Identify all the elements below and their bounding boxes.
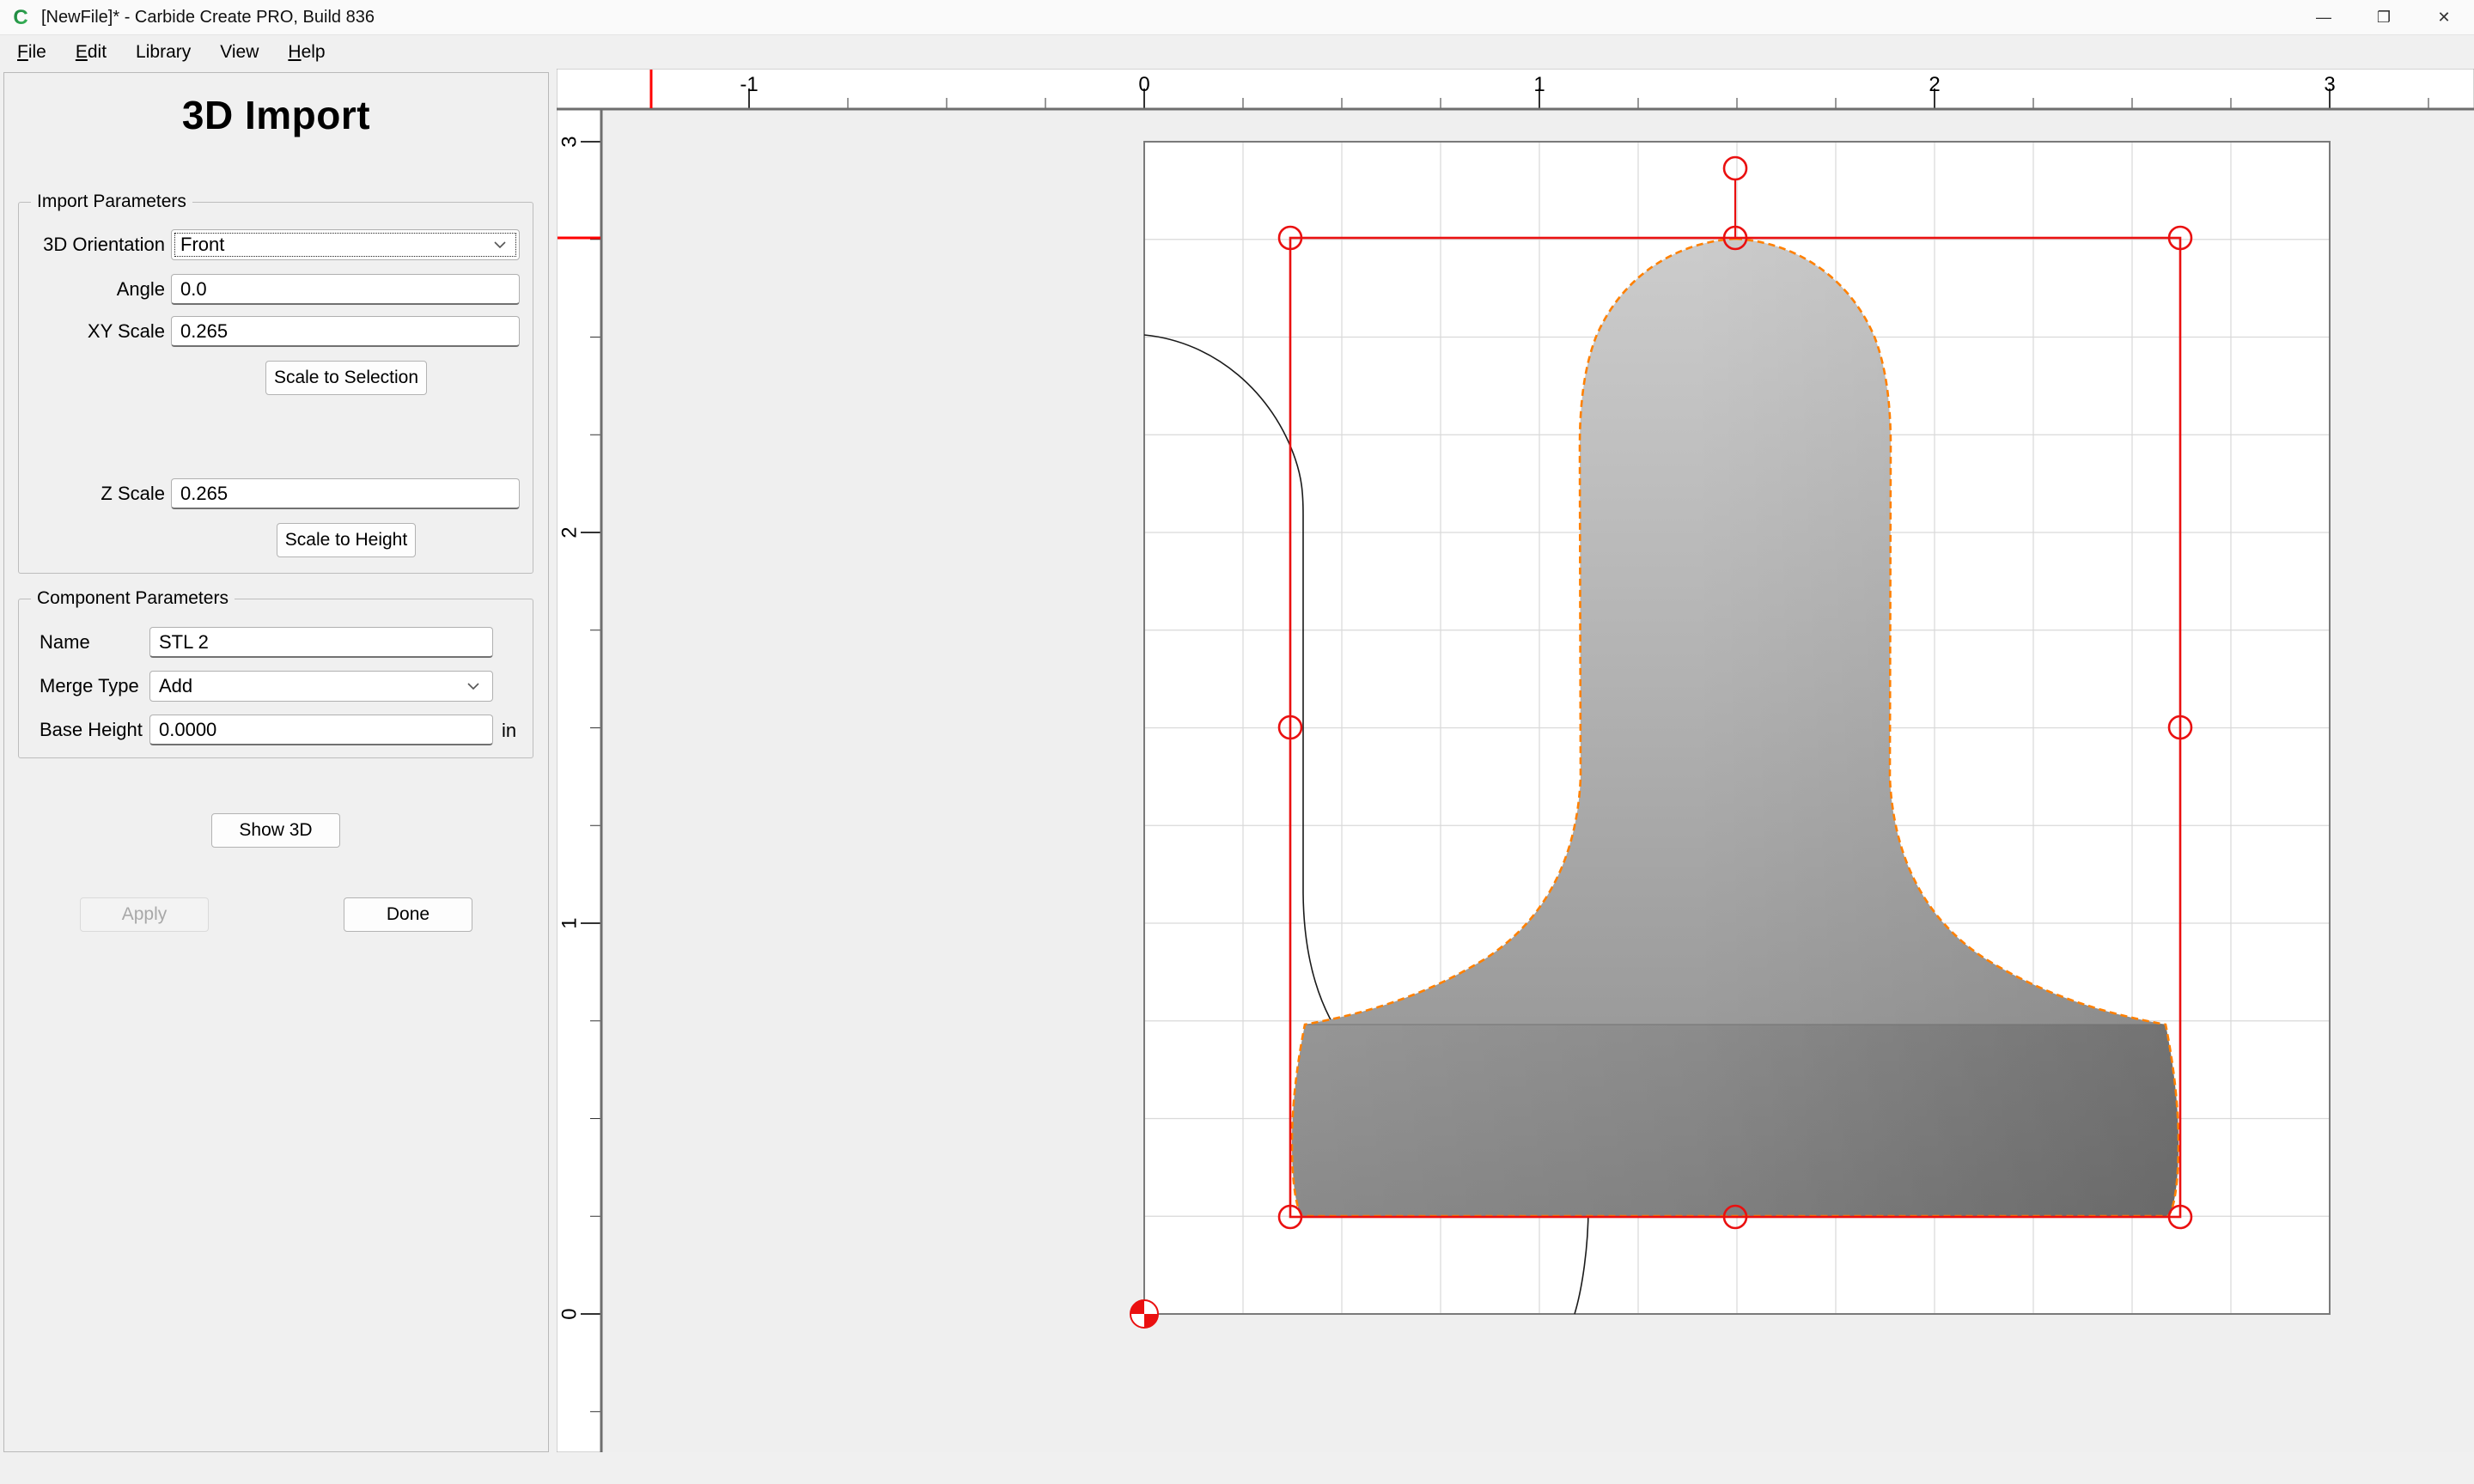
svg-text:3: 3 bbox=[2324, 73, 2335, 96]
merge-type-label: Merge Type bbox=[40, 671, 151, 702]
svg-text:2: 2 bbox=[558, 526, 581, 538]
svg-text:0: 0 bbox=[558, 1308, 581, 1319]
z-scale-input[interactable] bbox=[171, 478, 520, 509]
chevron-down-icon bbox=[493, 240, 507, 249]
base-height-unit: in bbox=[502, 720, 516, 742]
angle-label: Angle bbox=[36, 274, 165, 305]
minimize-button[interactable]: — bbox=[2294, 0, 2354, 34]
menubar: FileEditLibraryViewHelp bbox=[0, 35, 2474, 70]
menu-item-view[interactable]: View bbox=[208, 37, 271, 68]
scale-to-height-button[interactable]: Scale to Height bbox=[277, 523, 416, 557]
z-scale-label: Z Scale bbox=[36, 478, 165, 509]
menu-item-edit[interactable]: Edit bbox=[64, 37, 119, 68]
component-parameters-group: Component Parameters Name Merge Type Add… bbox=[18, 599, 533, 758]
apply-button[interactable]: Apply bbox=[80, 897, 209, 932]
orientation-value: Front bbox=[180, 234, 493, 256]
merge-type-value: Add bbox=[159, 675, 466, 697]
maximize-button[interactable]: ❐ bbox=[2354, 0, 2414, 34]
menu-item-file[interactable]: File bbox=[5, 37, 58, 68]
close-button[interactable]: ✕ bbox=[2414, 0, 2474, 34]
import-parameters-group: Import Parameters 3D Orientation Front A… bbox=[18, 202, 533, 574]
app-logo-icon: C bbox=[10, 7, 31, 27]
merge-type-select[interactable]: Add bbox=[149, 671, 493, 702]
orientation-label: 3D Orientation bbox=[36, 229, 165, 260]
window-title: [NewFile]* - Carbide Create PRO, Build 8… bbox=[41, 8, 375, 27]
svg-text:3: 3 bbox=[558, 136, 581, 147]
xy-scale-label: XY Scale bbox=[36, 316, 165, 347]
titlebar: C [NewFile]* - Carbide Create PRO, Build… bbox=[0, 0, 2474, 35]
done-button[interactable]: Done bbox=[344, 897, 472, 932]
base-height-input[interactable] bbox=[149, 715, 493, 745]
svg-text:1: 1 bbox=[558, 917, 581, 928]
svg-text:1: 1 bbox=[1533, 73, 1545, 96]
component-parameters-legend: Component Parameters bbox=[31, 588, 235, 609]
svg-text:2: 2 bbox=[1929, 73, 1940, 96]
scale-to-selection-button[interactable]: Scale to Selection bbox=[265, 361, 427, 395]
origin-marker bbox=[1130, 1300, 1158, 1328]
svg-text:-1: -1 bbox=[740, 73, 758, 96]
3d-import-panel: 3D Import Import Parameters 3D Orientati… bbox=[3, 72, 549, 1452]
menu-item-library[interactable]: Library bbox=[124, 37, 203, 68]
page-title: 3D Import bbox=[4, 92, 548, 138]
design-canvas[interactable]: -1 0 1 2 3 0 1 2 3 bbox=[557, 69, 2474, 1452]
base-height-label: Base Height bbox=[40, 715, 151, 745]
orientation-select[interactable]: Front bbox=[171, 229, 520, 260]
name-label: Name bbox=[40, 627, 151, 658]
name-input[interactable] bbox=[149, 627, 493, 658]
xy-scale-input[interactable] bbox=[171, 316, 520, 347]
angle-input[interactable] bbox=[171, 274, 520, 305]
svg-text:C: C bbox=[13, 7, 27, 27]
show-3d-button[interactable]: Show 3D bbox=[211, 813, 340, 848]
chevron-down-icon bbox=[466, 682, 480, 690]
import-parameters-legend: Import Parameters bbox=[31, 192, 192, 212]
menu-item-help[interactable]: Help bbox=[276, 37, 337, 68]
svg-text:0: 0 bbox=[1138, 73, 1149, 96]
